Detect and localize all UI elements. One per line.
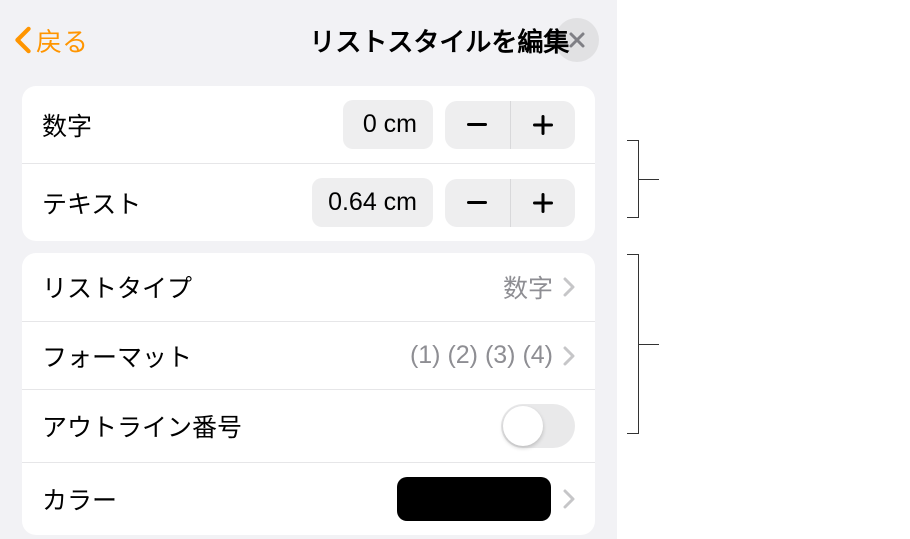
number-indent-stepper (445, 101, 575, 149)
outline-number-row: アウトライン番号 (22, 389, 595, 462)
outline-number-label: アウトライン番号 (42, 408, 501, 444)
color-swatch (397, 477, 551, 521)
callout-line-list (639, 344, 659, 345)
chevron-right-icon (563, 489, 575, 509)
format-value: (1) (2) (3) (4) (410, 341, 553, 370)
outline-number-toggle[interactable] (501, 404, 575, 448)
number-indent-row: 数字 0 cm (22, 86, 595, 163)
callout-line-indent (639, 179, 659, 180)
chevron-left-icon (14, 26, 32, 54)
color-row[interactable]: カラー (22, 462, 595, 535)
callout-bracket-list (627, 254, 639, 434)
minus-icon (467, 201, 487, 205)
page-title: リストスタイルを編集 (309, 22, 569, 59)
plus-icon (533, 115, 553, 135)
text-indent-increase[interactable] (510, 179, 576, 227)
list-type-value: 数字 (503, 269, 553, 305)
back-button[interactable]: 戻る (14, 22, 88, 59)
list-style-panel: 戻る リストスタイルを編集 数字 0 cm テキスト 0.64 cm (0, 0, 617, 539)
color-label: カラー (42, 481, 397, 517)
list-type-label: リストタイプ (42, 269, 503, 305)
number-indent-value: 0 cm (343, 100, 433, 149)
list-settings-group: リストタイプ 数字 フォーマット (1) (2) (3) (4) アウトライン番… (22, 253, 595, 535)
plus-icon (533, 193, 553, 213)
indent-group: 数字 0 cm テキスト 0.64 cm (22, 86, 595, 241)
number-indent-label: 数字 (42, 107, 343, 143)
number-indent-increase[interactable] (510, 101, 576, 149)
close-icon (568, 31, 586, 49)
callout-bracket-indent (627, 140, 639, 218)
chevron-right-icon (563, 346, 575, 366)
back-label: 戻る (36, 22, 88, 59)
text-indent-decrease[interactable] (445, 179, 510, 227)
text-indent-label: テキスト (42, 185, 312, 221)
format-label: フォーマット (42, 338, 410, 374)
text-indent-stepper (445, 179, 575, 227)
panel-header: 戻る リストスタイルを編集 (0, 0, 617, 80)
chevron-right-icon (563, 277, 575, 297)
text-indent-value: 0.64 cm (312, 178, 433, 227)
minus-icon (467, 123, 487, 127)
list-type-row[interactable]: リストタイプ 数字 (22, 253, 595, 321)
number-indent-decrease[interactable] (445, 101, 510, 149)
format-row[interactable]: フォーマット (1) (2) (3) (4) (22, 321, 595, 389)
toggle-knob (503, 406, 543, 446)
text-indent-row: テキスト 0.64 cm (22, 163, 595, 241)
